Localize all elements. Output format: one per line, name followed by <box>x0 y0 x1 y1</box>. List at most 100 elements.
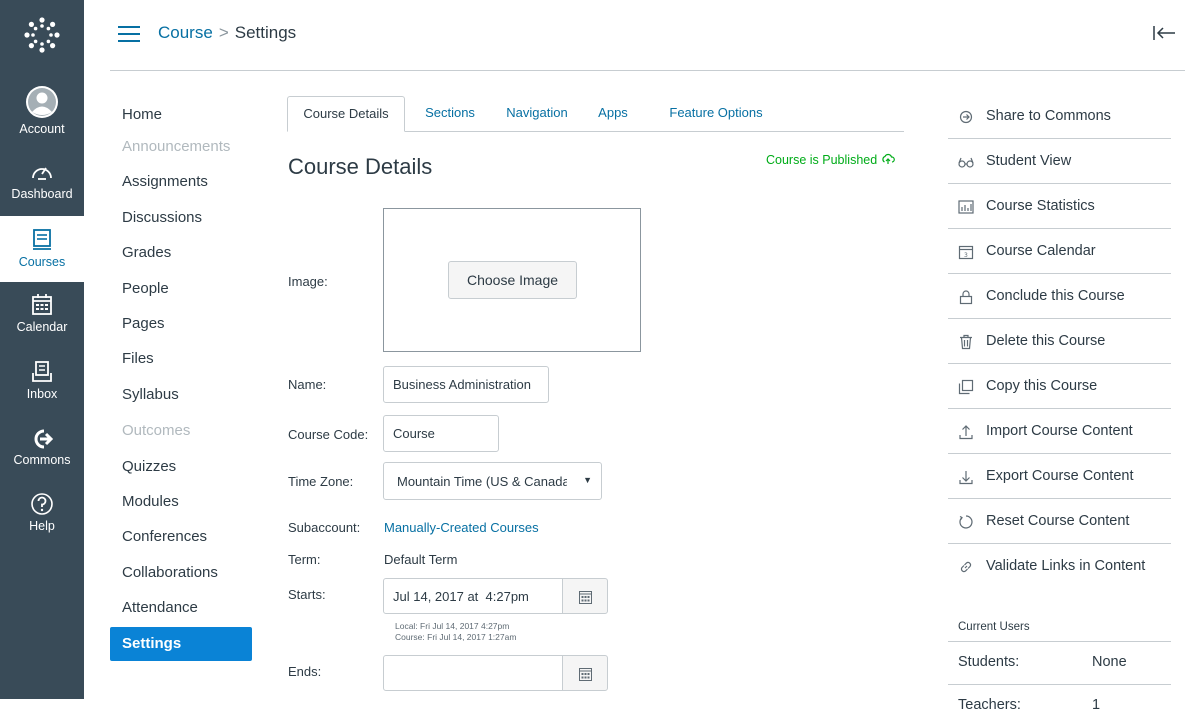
course-code-input[interactable] <box>383 415 499 452</box>
copy-course-label: Copy this Course <box>986 378 1098 394</box>
ends-label: Ends: <box>288 664 322 679</box>
nav-calendar[interactable]: Calendar <box>0 293 84 334</box>
course-nav-settings[interactable]: Settings <box>110 627 252 661</box>
nav-help[interactable]: Help <box>0 492 84 533</box>
tab-feature-options[interactable]: Feature Options <box>661 96 771 131</box>
course-nav-quizzes[interactable]: Quizzes <box>110 450 252 484</box>
nav-inbox[interactable]: Inbox <box>0 360 84 401</box>
chevron-down-icon: ▼ <box>583 475 592 485</box>
time-zone-select[interactable]: Mountain Time (US & Canada) ▼ <box>383 462 602 500</box>
term-value: Default Term <box>384 552 458 567</box>
name-label: Name: <box>288 377 327 392</box>
reset-content-label: Reset Course Content <box>986 513 1130 529</box>
delete-course-button[interactable]: Delete this Course <box>948 319 1171 364</box>
starts-local-hint: Local: Fri Jul 14, 2017 4:27pm <box>395 621 510 631</box>
tab-course-details[interactable]: Course Details <box>287 96 405 132</box>
global-navigation: Account Dashboard Courses Calendar Inbox… <box>0 0 84 699</box>
courses-icon <box>33 229 51 250</box>
nav-account[interactable]: Account <box>0 85 84 136</box>
tab-sections[interactable]: Sections <box>415 96 485 131</box>
course-statistics-button[interactable]: Course Statistics <box>948 184 1171 229</box>
course-nav-pages[interactable]: Pages <box>110 307 252 341</box>
upload-icon <box>959 425 973 440</box>
course-nav-outcomes[interactable]: Outcomes <box>110 414 252 448</box>
course-nav-grades[interactable]: Grades <box>110 236 252 270</box>
nav-courses[interactable]: Courses <box>0 216 84 282</box>
course-nav-people[interactable]: People <box>110 272 252 306</box>
stats-icon <box>958 200 974 214</box>
import-content-button[interactable]: Import Course Content <box>948 409 1171 454</box>
user-role: Students: <box>958 654 1020 670</box>
svg-text:3: 3 <box>964 252 968 259</box>
canvas-logo[interactable] <box>0 0 84 70</box>
starts-calendar-button[interactable] <box>562 578 608 614</box>
course-nav-conferences[interactable]: Conferences <box>110 520 252 554</box>
inbox-icon <box>32 361 52 382</box>
breadcrumb: Course > Settings <box>158 23 296 43</box>
current-users-heading: Current Users <box>958 621 1030 633</box>
validate-links-label: Validate Links in Content <box>986 558 1146 574</box>
lock-icon <box>959 290 973 305</box>
calendar-icon <box>579 591 592 604</box>
nav-inbox-label: Inbox <box>26 387 58 401</box>
share-to-commons-label: Share to Commons <box>986 108 1111 124</box>
nav-calendar-label: Calendar <box>16 320 68 334</box>
calendar-icon <box>579 668 592 681</box>
course-calendar-label: Course Calendar <box>986 243 1096 259</box>
course-nav-collaborations[interactable]: Collaborations <box>110 556 252 590</box>
nav-courses-label: Courses <box>18 255 66 269</box>
dashboard-icon <box>32 167 52 180</box>
share-to-commons-button[interactable]: Share to Commons <box>948 94 1171 139</box>
user-count: None <box>1092 654 1127 670</box>
course-nav-announcements[interactable]: Announcements <box>110 130 252 164</box>
course-nav-home[interactable]: Home <box>110 98 252 132</box>
course-nav-modules[interactable]: Modules <box>110 485 252 519</box>
page-header: Course > Settings <box>110 0 1185 71</box>
download-icon <box>959 471 973 485</box>
tab-navigation[interactable]: Navigation <box>499 96 575 131</box>
table-row: Teachers: 1 <box>948 684 1171 728</box>
breadcrumb-course-link[interactable]: Course <box>158 23 213 42</box>
image-label: Image: <box>288 274 328 289</box>
export-content-button[interactable]: Export Course Content <box>948 454 1171 499</box>
export-content-label: Export Course Content <box>986 468 1134 484</box>
published-status-text: Course is Published <box>766 153 878 167</box>
collapse-sidebar-icon[interactable] <box>1151 22 1177 44</box>
reset-icon <box>959 515 973 529</box>
nav-commons[interactable]: Commons <box>0 428 84 467</box>
starts-date-input[interactable] <box>383 578 563 614</box>
validate-links-button[interactable]: Validate Links in Content <box>948 544 1171 589</box>
time-zone-value: Mountain Time (US & Canada) <box>397 474 567 489</box>
conclude-course-button[interactable]: Conclude this Course <box>948 274 1171 319</box>
course-nav-files[interactable]: Files <box>110 342 252 376</box>
choose-image-button[interactable]: Choose Image <box>448 261 577 299</box>
page-title: Course Details <box>288 154 433 179</box>
copy-course-button[interactable]: Copy this Course <box>948 364 1171 409</box>
course-calendar-button[interactable]: 3 Course Calendar <box>948 229 1171 274</box>
copy-icon <box>958 379 974 395</box>
tab-apps[interactable]: Apps <box>597 96 629 131</box>
course-nav-discussions[interactable]: Discussions <box>110 201 252 235</box>
course-statistics-label: Course Statistics <box>986 198 1095 214</box>
course-name-input[interactable] <box>383 366 549 403</box>
ends-date-input[interactable] <box>383 655 563 691</box>
breadcrumb-separator: > <box>218 23 229 42</box>
course-nav-assignments[interactable]: Assignments <box>110 165 252 199</box>
course-nav-attendance[interactable]: Attendance <box>110 591 252 625</box>
published-status: Course is Published <box>766 153 895 167</box>
cloud-icon <box>882 153 895 164</box>
nav-dashboard[interactable]: Dashboard <box>0 160 84 201</box>
term-label: Term: <box>288 552 321 567</box>
hamburger-menu-icon[interactable] <box>118 26 140 42</box>
student-view-button[interactable]: Student View <box>948 139 1171 184</box>
student-view-label: Student View <box>986 153 1072 169</box>
table-row: Students: None <box>948 641 1171 685</box>
nav-commons-label: Commons <box>13 453 71 467</box>
user-role: Teachers: <box>958 697 1021 713</box>
subaccount-link[interactable]: Manually-Created Courses <box>384 520 539 535</box>
ends-calendar-button[interactable] <box>562 655 608 691</box>
reset-content-button[interactable]: Reset Course Content <box>948 499 1171 544</box>
user-count: 1 <box>1092 697 1101 713</box>
course-nav-syllabus[interactable]: Syllabus <box>110 378 252 412</box>
time-zone-label: Time Zone: <box>288 474 354 489</box>
